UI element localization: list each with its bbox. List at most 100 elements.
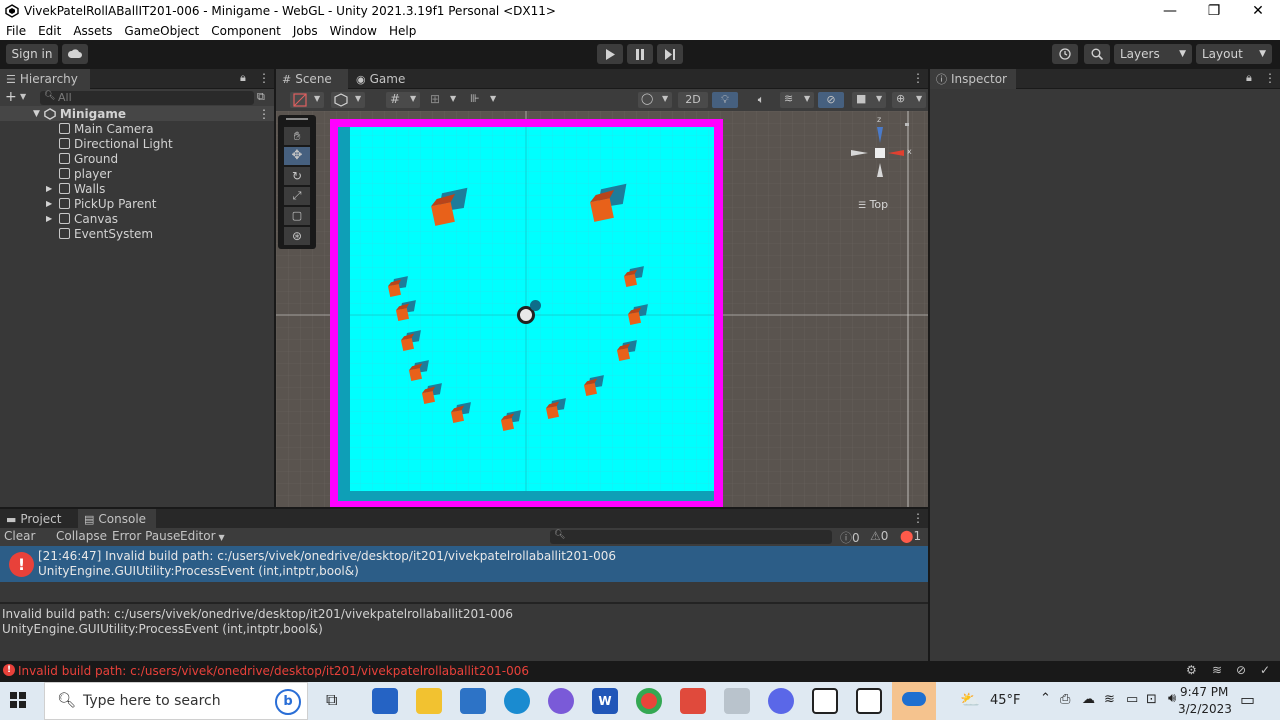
more-options-icon[interactable]: ⋮ xyxy=(1264,71,1276,85)
more-options-icon[interactable]: ⋮ xyxy=(912,511,924,525)
pickup-cube[interactable] xyxy=(450,402,471,424)
increment-snap-dropdown[interactable]: ⊪ ▼ xyxy=(466,92,500,108)
file-explorer-icon[interactable] xyxy=(416,688,442,714)
store-icon[interactable] xyxy=(372,688,398,714)
volume-icon[interactable]: 🔊︎ xyxy=(1168,691,1176,706)
hierarchy-item-main-camera[interactable]: Main Camera xyxy=(0,121,274,136)
pickup-cube[interactable] xyxy=(616,340,637,362)
shading-dropdown[interactable]: ▼ xyxy=(331,92,365,108)
snap-increment-dropdown[interactable]: ⊞ ▼ xyxy=(426,92,460,108)
check-icon[interactable]: ✓ xyxy=(1260,663,1270,677)
menu-component[interactable]: Component xyxy=(205,24,287,38)
tab-project[interactable]: ▬ Project xyxy=(0,509,76,529)
edge-icon[interactable] xyxy=(504,688,530,714)
hierarchy-item-eventsystem[interactable]: EventSystem xyxy=(0,226,274,241)
display-icon[interactable]: ⊡ xyxy=(1146,692,1157,707)
tab-hierarchy[interactable]: ☰ Hierarchy xyxy=(0,69,90,89)
lock-icon[interactable]: 🔒︎ xyxy=(240,71,246,85)
pickup-cube[interactable] xyxy=(387,276,408,298)
progress-icon[interactable]: ≋ xyxy=(1212,663,1222,677)
tab-console[interactable]: ▤ Console xyxy=(78,509,156,529)
snipping-icon[interactable] xyxy=(724,688,750,714)
onedrive-button[interactable] xyxy=(892,682,936,720)
tab-scene[interactable]: # Scene xyxy=(276,69,348,89)
cloud-button[interactable] xyxy=(62,44,88,64)
camera-mode-dropdown[interactable]: ◯ ▼ xyxy=(638,92,672,108)
2d-toggle[interactable]: 2D xyxy=(678,92,708,108)
photos-icon[interactable] xyxy=(680,688,706,714)
pickup-cube[interactable] xyxy=(500,410,521,432)
hierarchy-item-walls[interactable]: ▶ Walls xyxy=(0,181,274,196)
console-search-input[interactable]: 🔍︎ xyxy=(550,530,832,544)
more-options-icon[interactable]: ⋮ xyxy=(912,71,924,85)
sign-in-button[interactable]: Sign in xyxy=(6,44,58,64)
hierarchy-item-pickup-parent[interactable]: ▶ PickUp Parent xyxy=(0,196,274,211)
mail-icon[interactable] xyxy=(460,688,486,714)
pickup-cube[interactable] xyxy=(400,330,421,352)
menu-help[interactable]: Help xyxy=(383,24,422,38)
camera-dropdown[interactable]: ■ ▼ xyxy=(852,92,886,108)
menu-edit[interactable]: Edit xyxy=(32,24,67,38)
orientation-gizmo[interactable]: z x xyxy=(848,115,912,185)
pickup-cube[interactable] xyxy=(583,375,604,397)
hierarchy-scene-row[interactable]: ▼ Minigame ⋮ xyxy=(0,106,274,121)
unity-editor-icon[interactable] xyxy=(856,688,882,714)
log-count-toggle[interactable]: ⓘ0 xyxy=(840,529,860,546)
unity-hub-icon[interactable] xyxy=(812,688,838,714)
play-button[interactable] xyxy=(597,44,623,64)
scene-viewport[interactable]: ✋︎ ✥ ↻ ⤢ ▢ ⊛ z x ☰ Top xyxy=(276,111,928,507)
console-entry-selected[interactable]: ! [21:46:47] Invalid build path: c:/user… xyxy=(0,546,928,582)
hierarchy-item-player[interactable]: player xyxy=(0,166,274,181)
close-button[interactable]: ✕ xyxy=(1236,0,1280,22)
weather-temp[interactable]: 45°F xyxy=(990,693,1021,708)
chrome-icon[interactable] xyxy=(636,688,662,714)
clear-button[interactable]: Clear xyxy=(4,529,35,543)
wifi-icon[interactable]: ≋ xyxy=(1104,692,1115,707)
hierarchy-item-directional-light[interactable]: Directional Light xyxy=(0,136,274,151)
pickup-cube[interactable] xyxy=(421,383,442,405)
layers-dropdown[interactable]: Layers ▼ xyxy=(1114,44,1192,64)
hierarchy-search-input[interactable]: 🔍︎ All xyxy=(40,91,254,105)
chevron-up-icon[interactable]: ⌃ xyxy=(1040,691,1051,706)
tab-game[interactable]: ◉ Game xyxy=(350,69,420,89)
battery-icon[interactable]: ▭ xyxy=(1126,692,1138,707)
add-icon[interactable]: + xyxy=(5,89,17,105)
audio-toggle[interactable]: 🔈︎ xyxy=(748,92,774,108)
task-view-icon[interactable]: ⧉ xyxy=(326,690,337,710)
expand-arrow-icon[interactable]: ▶ xyxy=(46,214,59,223)
warning-count-toggle[interactable]: ⚠0 xyxy=(870,529,888,543)
gizmo-view-label[interactable]: ☰ Top xyxy=(858,198,888,211)
meet-icon[interactable]: ⎙ xyxy=(1060,692,1070,707)
menu-window[interactable]: Window xyxy=(324,24,383,38)
menu-file[interactable]: File xyxy=(0,24,32,38)
restore-button[interactable]: ❐ xyxy=(1192,0,1236,22)
draw-mode-dropdown[interactable]: ▼ xyxy=(290,92,324,108)
pickup-cube[interactable] xyxy=(627,304,648,326)
bug-icon[interactable]: ⚙ xyxy=(1186,663,1197,677)
cloud-sync-icon[interactable]: ☁ xyxy=(1082,692,1095,707)
clock-time[interactable]: 9:47 PM xyxy=(1180,685,1228,699)
collapse-button[interactable]: Collapse xyxy=(56,529,107,543)
more-options-icon[interactable]: ⋮ xyxy=(258,107,270,121)
more-options-icon[interactable]: ⋮ xyxy=(258,71,270,85)
menu-assets[interactable]: Assets xyxy=(67,24,118,38)
console-divider[interactable] xyxy=(0,602,928,604)
start-button[interactable] xyxy=(8,690,30,712)
copilot-icon[interactable] xyxy=(548,688,574,714)
pickup-cube[interactable] xyxy=(395,300,416,322)
pickup-cube[interactable] xyxy=(623,266,644,288)
menu-jobs[interactable]: Jobs xyxy=(287,24,324,38)
settings-icon[interactable]: ⊘ xyxy=(1236,663,1246,677)
hierarchy-item-canvas[interactable]: ▶ Canvas xyxy=(0,211,274,226)
pickup-cube[interactable] xyxy=(545,398,566,420)
pause-button[interactable] xyxy=(627,44,653,64)
lighting-toggle[interactable]: 💡︎ xyxy=(712,92,738,108)
chevron-down-icon[interactable]: ▼ xyxy=(20,92,26,101)
tab-inspector[interactable]: ⓘ Inspector xyxy=(930,69,1016,89)
effects-dropdown[interactable]: ≋ ▼ xyxy=(780,92,814,108)
hierarchy-item-ground[interactable]: Ground xyxy=(0,151,274,166)
hidden-objects-toggle[interactable]: ⊘ xyxy=(818,92,844,108)
history-button[interactable] xyxy=(1052,44,1078,64)
word-icon[interactable]: W xyxy=(592,688,618,714)
expand-arrow-icon[interactable]: ▼ xyxy=(33,109,40,119)
